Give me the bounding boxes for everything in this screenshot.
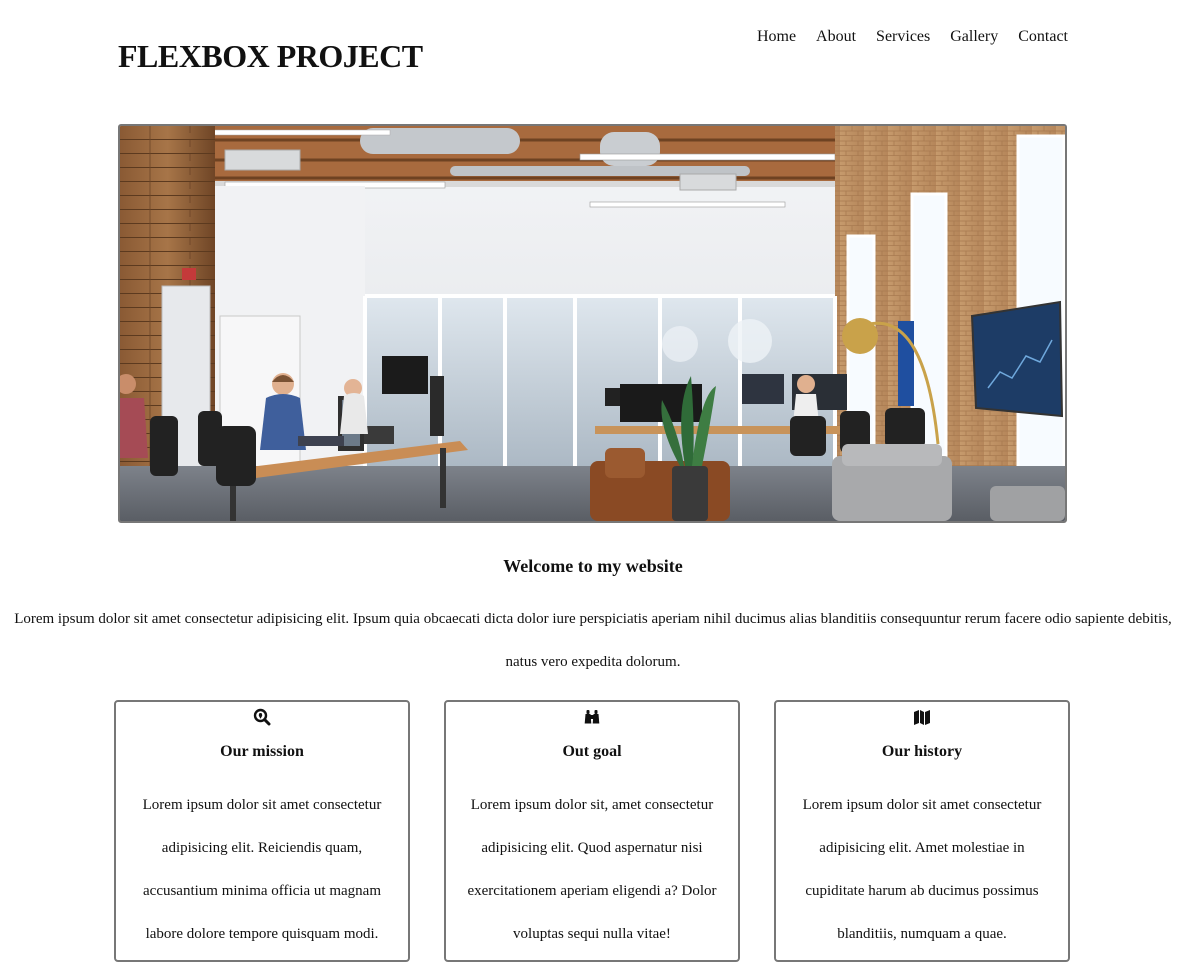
nav-link-about[interactable]: About [816, 26, 856, 48]
nav-link-contact[interactable]: Contact [1018, 26, 1068, 48]
main-nav: Home About Services Gallery Contact [757, 26, 1068, 48]
card-title: Our mission [220, 743, 304, 760]
nav-link-gallery[interactable]: Gallery [950, 26, 998, 48]
card-text: Lorem ipsum dolor sit, amet consectetur … [467, 797, 717, 942]
binoculars-icon [446, 708, 738, 726]
card-goal: Out goal Lorem ipsum dolor sit, amet con… [444, 700, 740, 962]
welcome-text: Lorem ipsum dolor sit amet consectetur a… [14, 611, 1172, 670]
card-title: Our history [881, 743, 963, 760]
nav-link-home[interactable]: Home [757, 26, 796, 48]
card-title: Out goal [562, 743, 622, 760]
card-mission: Our mission Lorem ipsum dolor sit amet c… [114, 700, 410, 962]
card-history: Our history Lorem ipsum dolor sit amet c… [774, 700, 1070, 962]
nav-link-services[interactable]: Services [876, 26, 930, 48]
search-location-icon [116, 708, 408, 726]
card-text: Lorem ipsum dolor sit amet consectetur a… [142, 797, 382, 942]
office-illustration [120, 126, 1065, 521]
site-title: FLEXBOX PROJECT [118, 38, 423, 74]
page: FLEXBOX PROJECT Home About Services Gall… [0, 0, 1186, 973]
card-text: Lorem ipsum dolor sit amet consectetur a… [802, 797, 1042, 942]
hero-image [118, 124, 1067, 523]
map-icon [776, 708, 1068, 726]
welcome-title: Welcome to my website [503, 556, 683, 576]
